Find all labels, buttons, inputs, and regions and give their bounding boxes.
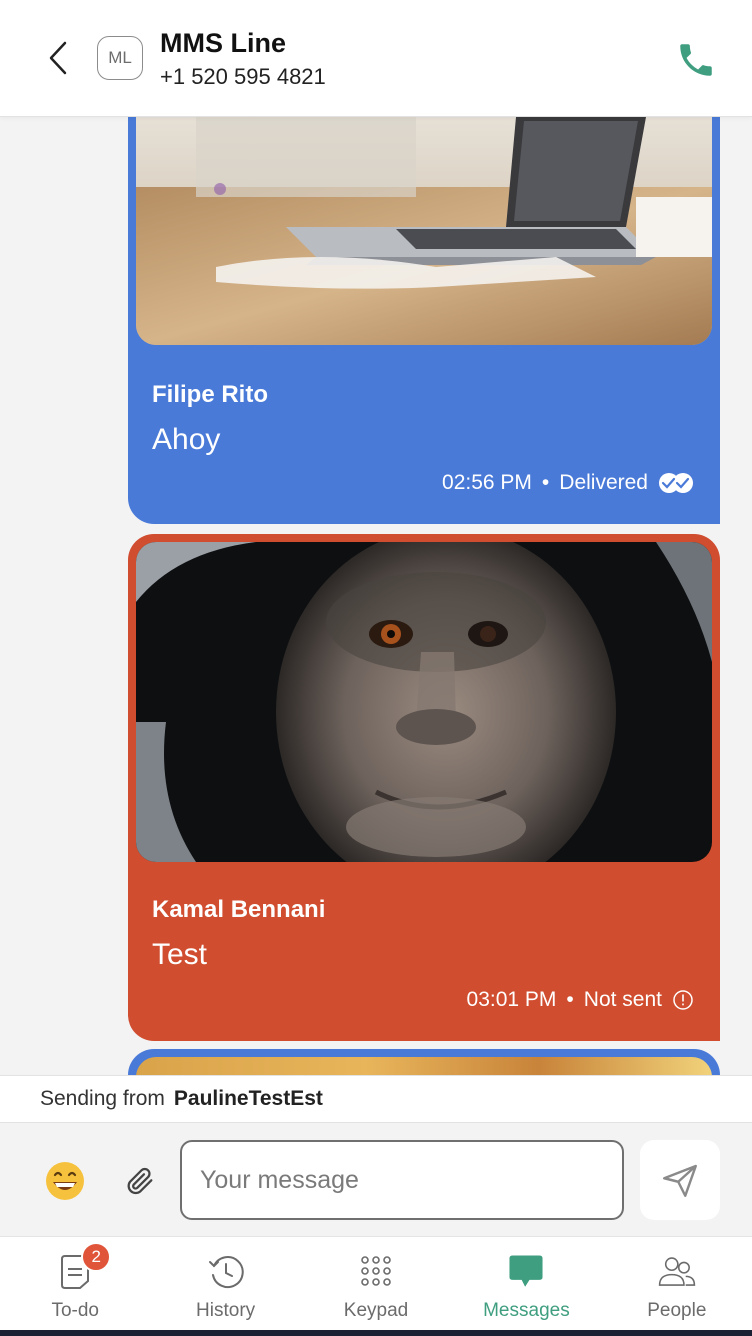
paper-plane-icon bbox=[663, 1164, 697, 1197]
history-icon bbox=[206, 1252, 246, 1292]
nav-item-todo[interactable]: 2 To-do bbox=[0, 1237, 150, 1330]
back-button[interactable] bbox=[38, 36, 78, 80]
laptop-on-desk-photo bbox=[136, 117, 712, 345]
avatar[interactable]: ML bbox=[97, 36, 143, 80]
monkey-astronaut-photo bbox=[136, 542, 712, 862]
message-time: 02:56 PM bbox=[442, 471, 532, 494]
meta-separator: • bbox=[566, 988, 574, 1011]
delivery-status: Not sent bbox=[583, 988, 662, 1011]
meta-separator: • bbox=[541, 471, 550, 494]
phone-number: +1 520 595 4821 bbox=[160, 64, 326, 89]
sending-account[interactable]: PaulineTestEst bbox=[174, 1087, 323, 1111]
paperclip-icon bbox=[127, 1167, 153, 1195]
message-thread[interactable]: Filipe Rito Ahoy 02:56 PM • Delivered Ka… bbox=[0, 117, 752, 1075]
nav-label: To-do bbox=[51, 1300, 99, 1321]
bottom-navigation: 2 To-do History Keypad Messages People bbox=[0, 1236, 752, 1330]
page-title: MMS Line bbox=[160, 28, 286, 58]
messages-icon bbox=[506, 1252, 546, 1292]
double-check-icon bbox=[659, 473, 693, 493]
message-text: Ahoy bbox=[152, 423, 221, 456]
nav-item-history[interactable]: History bbox=[150, 1237, 300, 1330]
chevron-left-icon bbox=[49, 41, 67, 75]
delivery-status: Delivered bbox=[559, 471, 648, 494]
system-home-bar bbox=[0, 1330, 752, 1336]
grinning-emoji-icon bbox=[46, 1162, 84, 1200]
message-composer bbox=[0, 1123, 752, 1236]
message-text: Test bbox=[152, 938, 208, 971]
message-input[interactable] bbox=[180, 1140, 624, 1220]
nav-label: People bbox=[647, 1300, 707, 1321]
nav-item-keypad[interactable]: Keypad bbox=[301, 1237, 451, 1330]
phone-icon bbox=[680, 44, 712, 76]
send-button[interactable] bbox=[640, 1140, 720, 1220]
message-bubble[interactable]: Filipe Rito Ahoy 02:56 PM • Delivered bbox=[128, 117, 720, 524]
nav-label: Keypad bbox=[343, 1300, 409, 1321]
message-time: 03:01 PM bbox=[466, 988, 557, 1011]
message-image[interactable] bbox=[136, 542, 712, 862]
nav-label: History bbox=[196, 1300, 256, 1321]
error-info-icon[interactable] bbox=[672, 989, 694, 1011]
nav-item-messages[interactable]: Messages bbox=[451, 1237, 601, 1330]
sending-from-bar[interactable]: Sending from PaulineTestEst bbox=[0, 1075, 752, 1123]
keypad-icon bbox=[356, 1252, 396, 1292]
people-icon bbox=[657, 1252, 697, 1292]
message-image[interactable] bbox=[136, 1057, 712, 1075]
message-meta: 02:56 PM • Delivered bbox=[442, 471, 694, 495]
sender-name: Filipe Rito bbox=[152, 381, 268, 408]
message-bubble[interactable]: Kamal Bennani Test 03:01 PM • Not sent bbox=[128, 534, 720, 1041]
sender-name: Kamal Bennani bbox=[152, 896, 326, 923]
nav-label: Messages bbox=[483, 1300, 570, 1321]
attach-button[interactable] bbox=[120, 1161, 160, 1201]
message-image[interactable] bbox=[136, 117, 712, 345]
message-meta: 03:01 PM • Not sent bbox=[467, 988, 694, 1012]
todo-count-badge: 2 bbox=[81, 1242, 112, 1272]
nav-item-people[interactable]: People bbox=[602, 1237, 752, 1330]
todo-icon: 2 bbox=[55, 1242, 112, 1292]
conversation-header: ML MMS Line +1 520 595 4821 bbox=[0, 0, 752, 117]
message-bubble[interactable] bbox=[128, 1049, 720, 1075]
call-button[interactable] bbox=[672, 36, 720, 84]
sending-from-label: Sending from bbox=[40, 1087, 165, 1110]
emoji-button[interactable] bbox=[44, 1160, 86, 1202]
